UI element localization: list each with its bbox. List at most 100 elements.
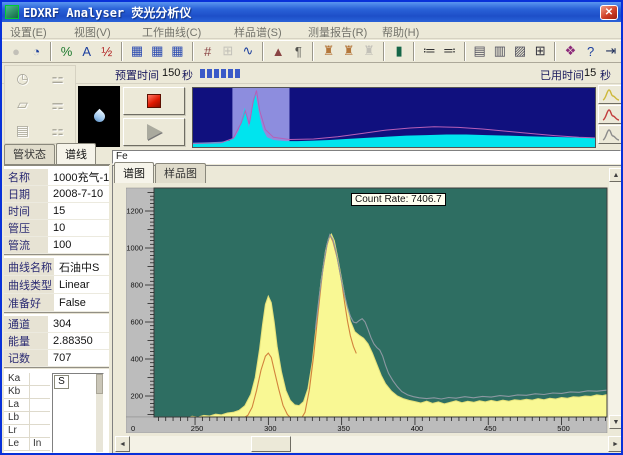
context-help-icon[interactable]: ? [582, 42, 600, 61]
timer-icon[interactable]: ◔ [27, 42, 45, 61]
element-line-label: La [4, 399, 30, 411]
scroll-up-button[interactable]: ▲ [609, 168, 623, 182]
stop-icon [147, 94, 161, 108]
info-label: 曲线类型 [4, 276, 54, 293]
info-row: 曲线类型Linear [4, 276, 109, 294]
spectrum-new-icon[interactable]: ▦ [128, 42, 146, 61]
print-preview-icon[interactable]: ▥ [491, 42, 509, 61]
element-indicator-field[interactable]: Fe [112, 150, 621, 164]
info-row: 能量2.88350 [4, 333, 109, 350]
close-button[interactable]: ✕ [600, 5, 618, 20]
info-row: 管压10 [4, 220, 109, 237]
tube-status-icon-1: ⚍ [51, 70, 64, 87]
element-list-item[interactable]: S [54, 375, 69, 389]
help-book-icon[interactable]: ❖ [561, 42, 579, 61]
info-value: 2008-7-10 [48, 188, 103, 200]
menu-bar: 设置(E) 视图(V) 工作曲线(C) 样品谱(S) 测量报告(R) 帮助(H) [2, 22, 621, 39]
print-setup-icon[interactable]: ▨ [511, 42, 529, 61]
peak-label-icon[interactable]: ¶ [289, 42, 307, 61]
calibrate-icon[interactable]: A [78, 42, 96, 61]
element-line-label: Lb [4, 412, 30, 424]
stamp-save-icon[interactable]: ♜ [340, 42, 358, 61]
preset-time-value: 150 [162, 67, 180, 79]
info-label: 曲线名称 [4, 258, 54, 275]
tab-chart-1[interactable]: 谱图 [114, 162, 154, 183]
element-line-grid: KaKbLaLbLrLeIn [4, 373, 50, 451]
spectrum-delete-icon[interactable]: ▦ [148, 42, 166, 61]
toolbar-separator [383, 42, 385, 61]
toolbar-separator [413, 42, 415, 61]
spectrum-overlay-icon[interactable]: ▦ [168, 42, 186, 61]
info-row: 记数707 [4, 350, 109, 367]
spectrum-chart-panel: 200400600800100012002503003504004505000 … [112, 165, 623, 454]
info-label: 时间 [4, 203, 48, 219]
info-row: 时间15 [4, 203, 109, 220]
element-line-label: Lr [4, 425, 30, 437]
info-row: 管流100 [4, 237, 109, 254]
scale-yellow-button[interactable] [598, 85, 623, 104]
scroll-left-button[interactable]: ◄ [115, 436, 130, 452]
detector-panel-icon[interactable]: ▮ [390, 42, 408, 61]
element-list[interactable]: S [52, 373, 104, 453]
element-extra-label: In [30, 438, 49, 450]
element-row[interactable]: La [4, 399, 50, 412]
tab-left-2[interactable]: 谱线 [56, 143, 96, 164]
ratio-icon[interactable]: ½ [98, 42, 116, 61]
list-options-icon[interactable]: ≕ [440, 42, 458, 61]
tab-chart-2[interactable]: 样品图 [155, 163, 206, 183]
elapsed-time-unit: 秒 [600, 67, 611, 83]
calculator-icon[interactable]: ⊞ [531, 42, 549, 61]
element-row[interactable]: Kb [4, 386, 50, 399]
scroll-right-button[interactable]: ► [608, 436, 623, 452]
curve-info-group: 曲线名称石油中S曲线类型Linear准备好False [4, 258, 109, 314]
tube-log-icon: ▤ [16, 122, 29, 139]
app-icon [5, 5, 19, 19]
menu-item-2[interactable]: 视图(V) [74, 24, 111, 40]
spectrum-chart[interactable]: 200400600800100012002503003504004505000 [126, 186, 609, 433]
element-row[interactable]: Ka [4, 373, 50, 386]
chart-horizontal-scrollbar[interactable]: ◄ ► [115, 436, 623, 452]
menu-item-1[interactable]: 设置(E) [10, 24, 47, 40]
list-settings-icon[interactable]: ≔ [420, 42, 438, 61]
horizontal-scroll-thumb[interactable] [251, 436, 291, 452]
info-label: 准备好 [4, 294, 54, 311]
info-value: 100 [48, 239, 71, 251]
info-value: False [54, 297, 86, 309]
grid-icon[interactable]: # [199, 42, 217, 61]
element-list-scrollbar[interactable] [96, 374, 103, 452]
peak-mark-icon[interactable]: ▲ [269, 42, 287, 61]
element-extra-label [30, 425, 49, 437]
tube-button-panel: ◷⚍▱⚎▤⚏ [4, 65, 76, 144]
percent-analysis-icon[interactable]: % [57, 42, 75, 61]
elapsed-time-value: 15 [584, 67, 596, 79]
stop-measurement-button[interactable] [123, 87, 185, 115]
svg-text:350: 350 [337, 424, 350, 433]
spectrum-overview[interactable] [192, 87, 596, 148]
chart-vertical-scrollbar[interactable]: ▲ ▼ [609, 168, 623, 429]
menu-item-3[interactable]: 工作曲线(C) [142, 24, 201, 40]
scale-gray-button[interactable] [598, 125, 623, 144]
scroll-down-button[interactable]: ▼ [609, 415, 623, 429]
info-row: 名称1000充气-1 [4, 169, 109, 186]
svg-text:300: 300 [264, 424, 277, 433]
element-row[interactable]: Lb [4, 412, 50, 425]
element-row[interactable]: LeIn [4, 438, 50, 451]
exit-icon[interactable]: ⇥ [602, 42, 620, 61]
progress-segment [235, 69, 240, 78]
tab-left-1[interactable]: 管状态 [4, 144, 55, 164]
zoom-curve-icon[interactable]: ∿ [239, 42, 257, 61]
progress-segment [214, 69, 219, 78]
element-line-label: Ka [4, 373, 30, 385]
measurement-progress-bar [200, 69, 242, 78]
stamp-open-icon[interactable]: ♜ [319, 42, 337, 61]
element-row[interactable]: Lr [4, 425, 50, 438]
window-title: EDXRF Analyser 荧光分析仪 [23, 4, 191, 21]
menu-item-6[interactable]: 帮助(H) [382, 24, 419, 40]
start-measurement-button[interactable] [123, 118, 185, 146]
toolbar-separator [192, 42, 194, 61]
menu-item-5[interactable]: 测量报告(R) [308, 24, 367, 40]
element-list-scroll-thumb[interactable] [96, 374, 103, 394]
menu-item-4[interactable]: 样品谱(S) [234, 24, 282, 40]
scale-red-button[interactable] [598, 105, 623, 124]
print-icon[interactable]: ▤ [471, 42, 489, 61]
